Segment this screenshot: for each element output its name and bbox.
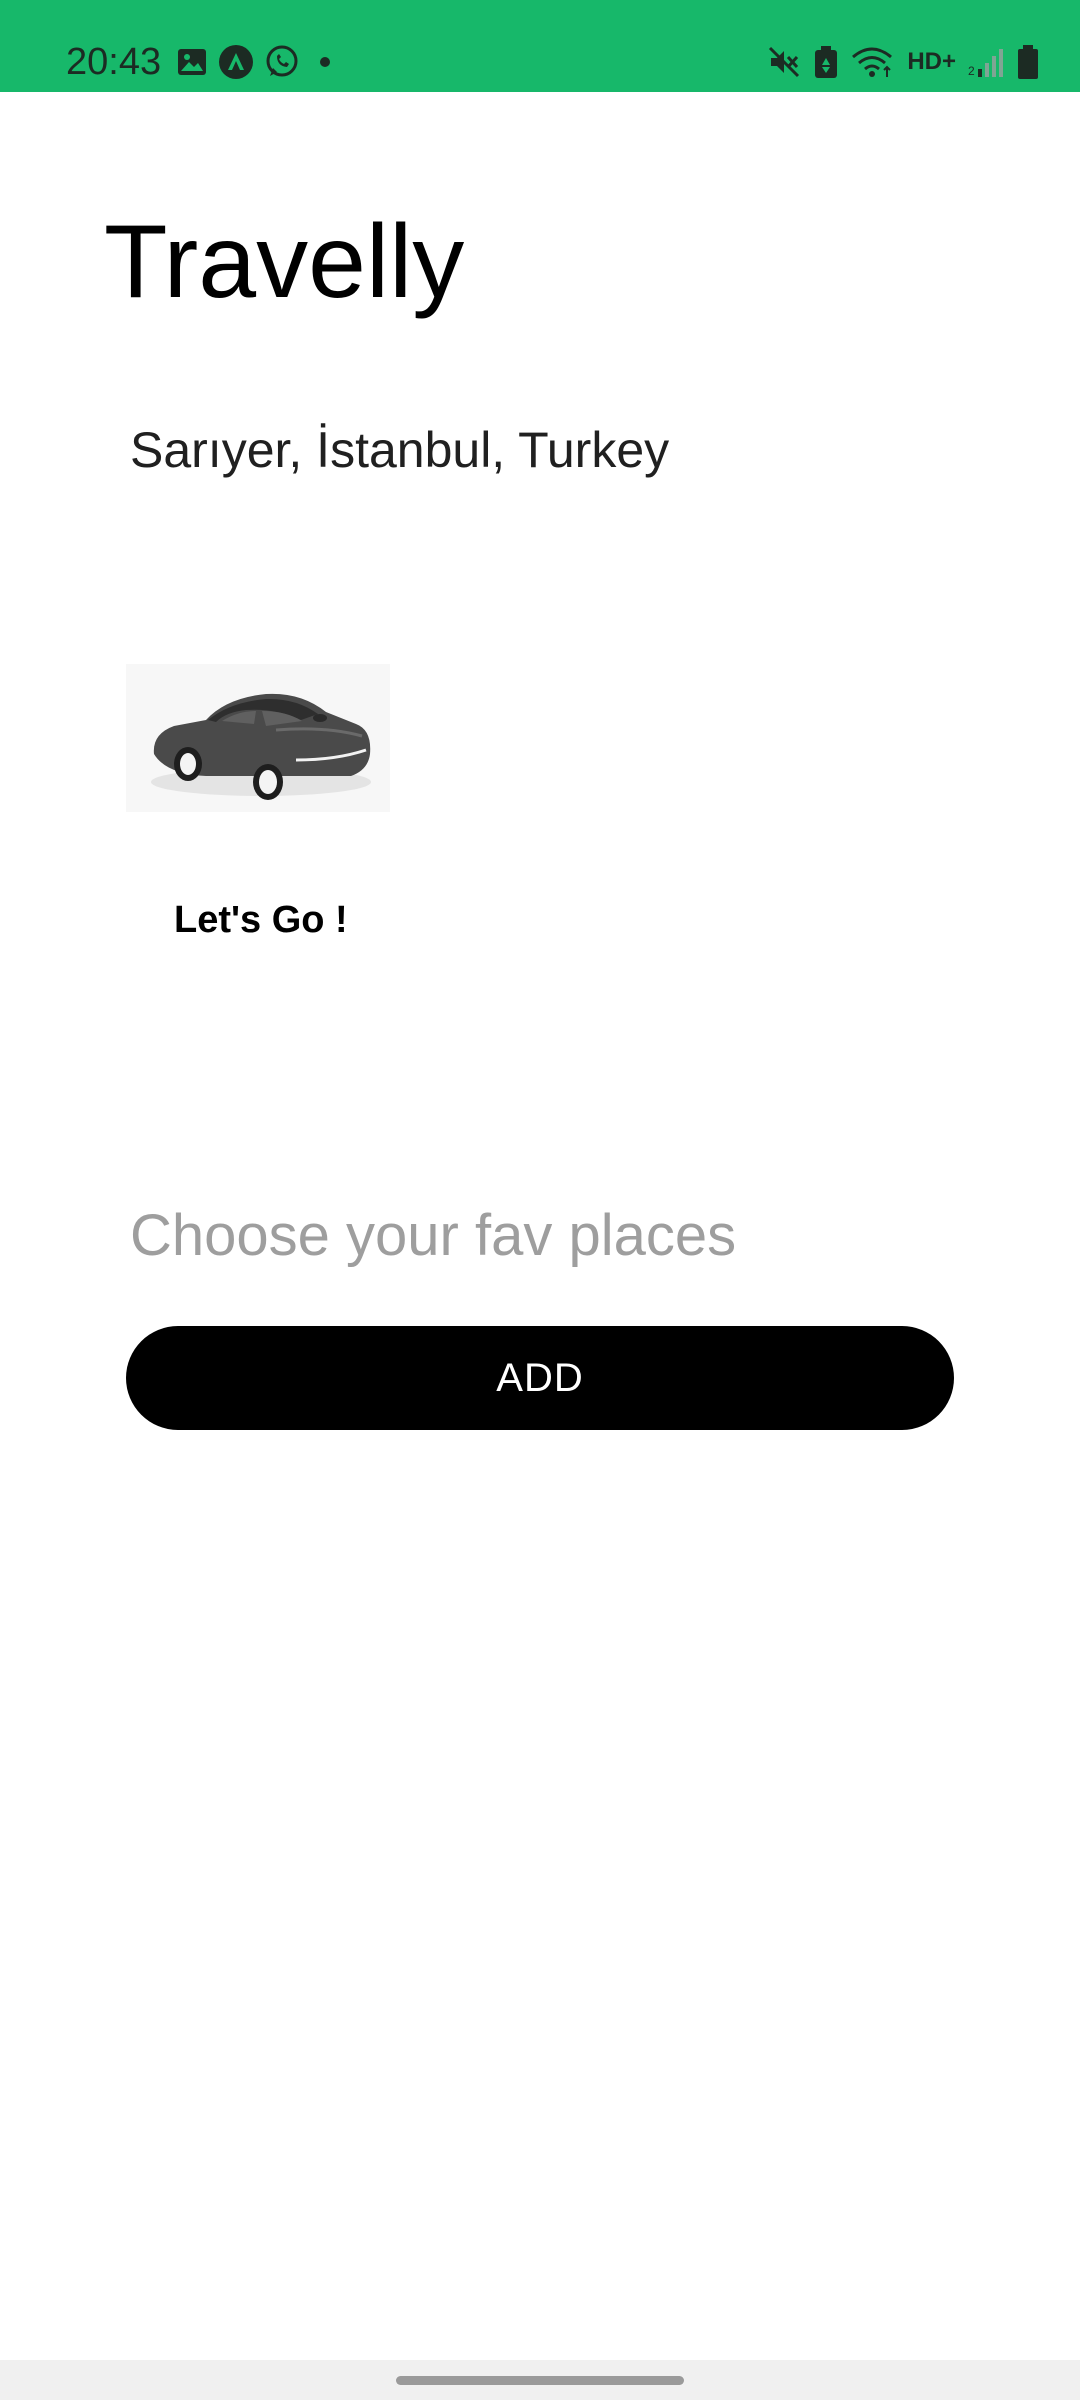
signal-icon: 2 — [968, 45, 1004, 79]
lets-go-label: Let's Go ! — [174, 899, 348, 941]
app-screen: 20:43 HD+ 2 Travelly Sarıyer, İstanbul, … — [0, 0, 1080, 2400]
gallery-icon — [176, 46, 208, 78]
system-status-icons: HD+ 2 — [767, 44, 1040, 80]
battery-saver-icon — [813, 45, 839, 79]
dot-icon — [310, 47, 340, 77]
svg-text:2: 2 — [968, 64, 975, 78]
wifi-icon — [851, 45, 895, 79]
location-text: Sarıyer, İstanbul, Turkey — [130, 422, 670, 478]
car-icon — [151, 693, 371, 800]
mute-icon — [767, 45, 801, 79]
battery-icon — [1016, 44, 1040, 80]
app-a-icon — [218, 44, 254, 80]
car-image[interactable] — [126, 664, 390, 812]
navigation-bar — [0, 2360, 1080, 2400]
add-button[interactable]: ADD — [126, 1326, 954, 1430]
status-bar: 20:43 HD+ 2 — [0, 0, 1080, 92]
network-type-label: HD+ — [907, 48, 956, 75]
app-title: Travelly — [104, 204, 465, 320]
notification-icons — [176, 44, 340, 80]
whatsapp-icon — [264, 44, 300, 80]
status-time: 20:43 — [66, 41, 162, 83]
home-indicator[interactable] — [396, 2376, 684, 2385]
fav-places-input[interactable] — [130, 1196, 950, 1276]
